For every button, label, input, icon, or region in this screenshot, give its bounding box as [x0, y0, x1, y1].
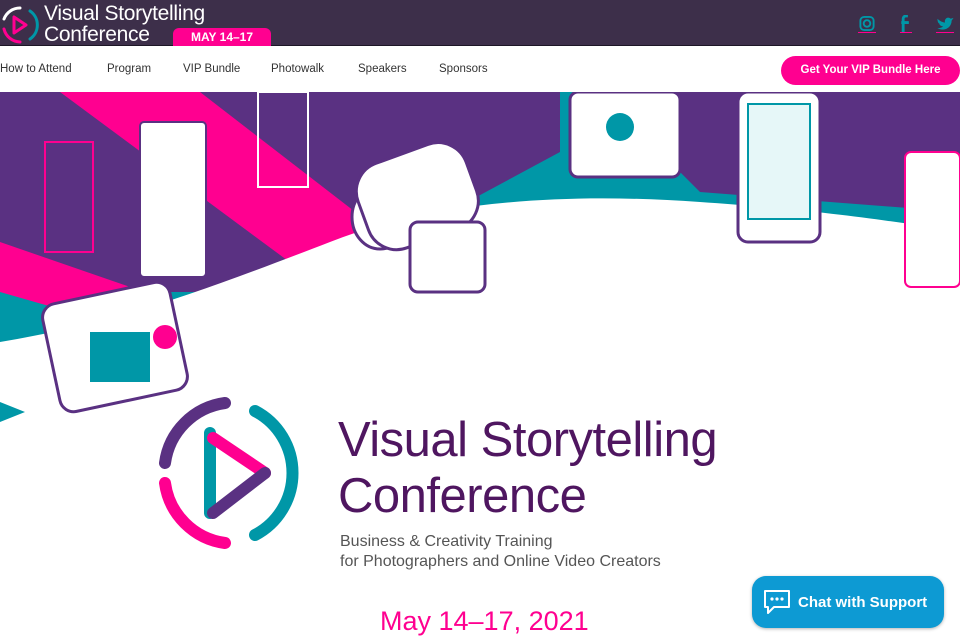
nav-photowalk[interactable]: Photowalk — [271, 63, 324, 75]
top-bar: Visual Storytelling Conference MAY 14–17 — [0, 0, 960, 46]
logo-line-1: Visual Storytelling — [44, 2, 205, 25]
photographer-card — [139, 121, 207, 278]
nav-how-to-attend[interactable]: How to Attend — [0, 63, 72, 75]
hero-title-line-2: Conference — [338, 469, 587, 523]
hero-title-line-1: Visual Storytelling — [338, 413, 718, 467]
nav-program[interactable]: Program — [107, 63, 151, 75]
subtitle-line-1: Business & Creativity Training — [340, 533, 553, 550]
hero-title: Visual Storytelling Conference — [338, 412, 718, 524]
chat-label: Chat with Support — [798, 593, 928, 611]
subtitle-line-2: for Photographers and Online Video Creat… — [340, 553, 661, 570]
facebook-icon[interactable] — [900, 15, 912, 33]
date-badge: MAY 14–17 — [173, 28, 271, 46]
event-date: May 14–17, 2021 — [380, 606, 589, 636]
instagram-icon[interactable] — [858, 15, 876, 33]
vip-bundle-cta-button[interactable]: Get Your VIP Bundle Here — [781, 56, 960, 85]
videographer-card — [904, 151, 960, 288]
nav-sponsors[interactable]: Sponsors — [439, 63, 488, 75]
hero-illustration — [0, 92, 960, 422]
chat-with-support-button[interactable]: Chat with Support — [752, 576, 944, 628]
nav-speakers[interactable]: Speakers — [358, 63, 407, 75]
conference-logo-icon — [159, 397, 299, 549]
hero-subtitle: Business & Creativity Training for Photo… — [340, 532, 661, 572]
logo-icon[interactable] — [0, 5, 40, 45]
twitter-icon[interactable] — [936, 15, 954, 33]
nav-vip-bundle[interactable]: VIP Bundle — [183, 63, 240, 75]
chat-bubble-icon — [764, 590, 790, 614]
